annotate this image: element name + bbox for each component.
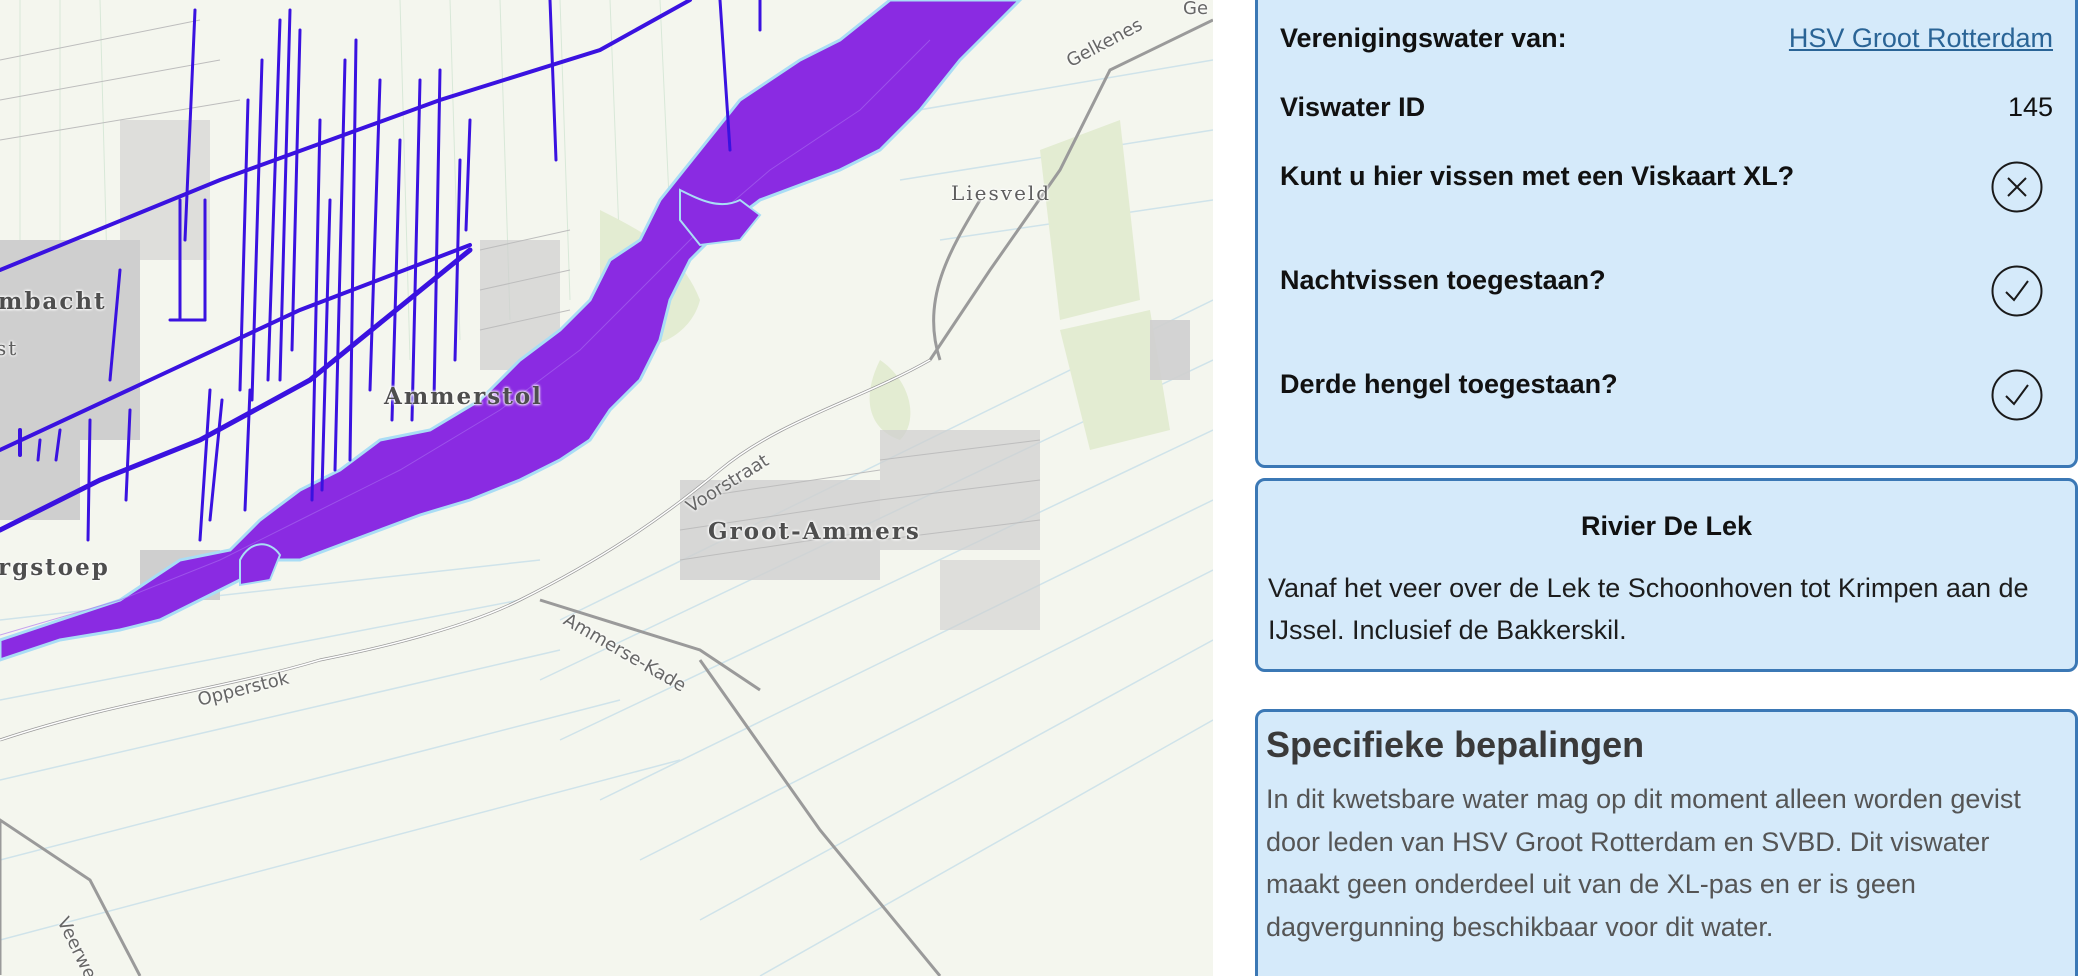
- association-label: Verenigingswater van:: [1280, 23, 1567, 53]
- place-label-lekkerkerk: mbacht: [0, 288, 107, 315]
- water-info-card: Verenigingswater van: HSV Groot Rotterda…: [1255, 0, 2078, 468]
- association-value: HSV Groot Rotterdam: [1789, 23, 2053, 54]
- map-canvas[interactable]: [0, 0, 1213, 976]
- check-circle-icon: [1991, 369, 2043, 421]
- xl-row: Kunt u hier vissen met een Viskaart XL?: [1280, 161, 2053, 213]
- map-view[interactable]: mbacht st Ammerstol Groot-Ammers Liesvel…: [0, 0, 1213, 976]
- check-circle-icon: [1991, 265, 2043, 317]
- association-link[interactable]: HSV Groot Rotterdam: [1789, 23, 2053, 53]
- association-row: Verenigingswater van: HSV Groot Rotterda…: [1280, 23, 2053, 54]
- side-panel: Verenigingswater van: HSV Groot Rotterda…: [1213, 0, 2096, 976]
- place-label-ammerstol: Ammerstol: [384, 383, 543, 410]
- water-title: Rivier De Lek: [1580, 511, 1753, 541]
- place-label-bergstoep: rgstoep: [0, 554, 110, 581]
- road-label-ge: Ge: [1183, 0, 1209, 19]
- night-fishing-label: Nachtvissen toegestaan?: [1280, 265, 1606, 295]
- water-description-card: Rivier De Lek Vanaf het veer over de Lek…: [1255, 478, 2078, 672]
- id-row: Viswater ID 145: [1280, 92, 2053, 123]
- specific-rules-card: Specifieke bepalingen In dit kwetsbare w…: [1255, 709, 2078, 976]
- id-value: 145: [2007, 92, 2053, 122]
- night-fishing-row: Nachtvissen toegestaan?: [1280, 265, 2053, 317]
- third-rod-row: Derde hengel toegestaan?: [1280, 369, 2053, 421]
- rules-text: In dit kwetsbare water mag op dit moment…: [1266, 784, 2021, 942]
- third-rod-label: Derde hengel toegestaan?: [1280, 369, 1618, 399]
- xl-label: Kunt u hier vissen met een Viskaart XL?: [1280, 161, 1795, 191]
- place-label-liesveld: Liesveld: [951, 181, 1052, 205]
- x-circle-icon: [1991, 161, 2043, 213]
- place-label-st: st: [0, 336, 19, 360]
- water-description: Vanaf het veer over de Lek te Schoonhove…: [1268, 573, 2029, 645]
- rules-title: Specifieke bepalingen: [1266, 724, 1645, 765]
- id-label: Viswater ID: [1280, 92, 1426, 122]
- place-label-groot-ammers: Groot-Ammers: [708, 518, 921, 545]
